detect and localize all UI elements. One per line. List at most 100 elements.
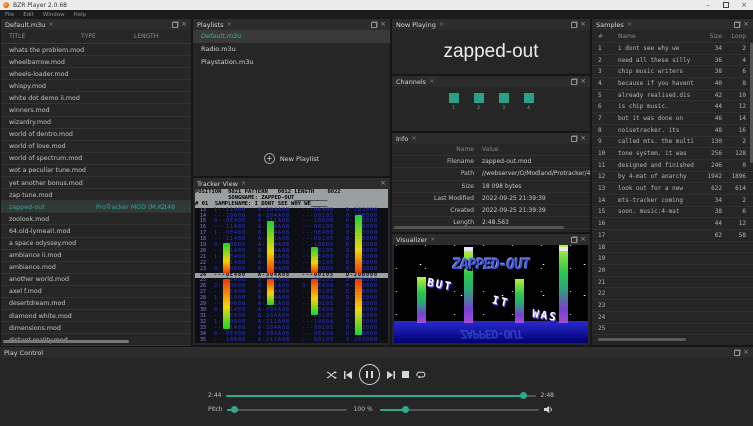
playlist-row[interactable]: whispy.mod: [1, 80, 191, 92]
playlist-row[interactable]: world of spectrum.mod: [1, 153, 191, 165]
sample-row[interactable]: 7but it was done on4614: [592, 113, 753, 125]
menu-item-window[interactable]: Window: [43, 12, 65, 18]
now-playing-panel-header[interactable]: Now Playing × ×: [392, 19, 590, 30]
playlist-row[interactable]: yet another bonus.mod: [1, 177, 191, 189]
playlist-row[interactable]: 64.old-lymeal!.mod: [1, 225, 191, 237]
menu-item-help[interactable]: Help: [74, 12, 87, 18]
playlist-panel-header[interactable]: Default.m3u × ×: [1, 19, 191, 30]
channel-indicator[interactable]: 4: [524, 93, 534, 111]
playlist-row[interactable]: white dot demo ii.mod: [1, 92, 191, 104]
close-icon[interactable]: ×: [580, 135, 586, 142]
pitch-slider[interactable]: [227, 409, 347, 411]
close-icon[interactable]: ×: [181, 21, 187, 28]
playlist-row[interactable]: world of love.mod: [1, 141, 191, 153]
column-loop[interactable]: Loop: [722, 33, 753, 40]
repeat-button[interactable]: [416, 371, 426, 379]
samples-panel-header[interactable]: Samples × ×: [592, 19, 753, 30]
close-icon[interactable]: ×: [380, 180, 386, 187]
playlist-row[interactable]: wheelbarrow.mod: [1, 56, 191, 68]
playlist-row[interactable]: zoolook.mod: [1, 213, 191, 225]
tracker-panel-header[interactable]: Tracker View × ×: [193, 178, 390, 189]
sample-row[interactable]: 12by 4-mat of anarchy19421896: [592, 172, 753, 184]
info-row[interactable]: Filenamezapped-out.mod: [392, 156, 590, 168]
float-icon[interactable]: [571, 237, 577, 243]
playlist-row[interactable]: whats the problem.mod: [1, 44, 191, 56]
playlist-horizontal-scrollbar[interactable]: [3, 340, 129, 343]
close-icon[interactable]: ×: [580, 78, 586, 85]
info-panel-header[interactable]: Info × ×: [392, 133, 590, 144]
sample-row[interactable]: 2need all these silly364: [592, 55, 753, 67]
samples-column-headers[interactable]: # Name Size Loop: [592, 30, 753, 43]
sample-row[interactable]: 25: [592, 324, 753, 336]
column-name[interactable]: Name: [618, 33, 694, 40]
float-icon[interactable]: [571, 79, 577, 85]
close-icon[interactable]: ×: [743, 21, 749, 28]
channel-indicator[interactable]: 1: [449, 93, 459, 111]
column-number[interactable]: #: [592, 33, 618, 40]
playlist-tab-close-icon[interactable]: ×: [48, 21, 53, 28]
column-title[interactable]: TITLE: [9, 33, 25, 40]
minimize-button[interactable]: –: [699, 0, 717, 10]
visualizer-panel-header[interactable]: Visualizer × ×: [392, 234, 590, 245]
shuffle-button[interactable]: [327, 371, 337, 379]
channel-indicator[interactable]: 3: [499, 93, 509, 111]
column-type[interactable]: TYPE: [81, 33, 96, 40]
menu-item-file[interactable]: File: [5, 12, 14, 18]
tracker-tab-close-icon[interactable]: ×: [241, 180, 246, 187]
playlist-row[interactable]: ambiance ii.mod: [1, 250, 191, 262]
playlist-row[interactable]: another world.mod: [1, 274, 191, 286]
sample-row[interactable]: 9called mts. the multi1302: [592, 137, 753, 149]
close-icon[interactable]: ×: [580, 21, 586, 28]
sample-row[interactable]: 21: [592, 277, 753, 289]
info-row[interactable]: Path//webserver/O/Modland/Protracker/4-M…: [392, 168, 590, 180]
playlist-row[interactable]: wheels-loader.mod: [1, 68, 191, 80]
column-size[interactable]: Size: [694, 33, 722, 40]
menu-item-edit[interactable]: Edit: [23, 12, 34, 18]
channels-tab-close-icon[interactable]: ×: [429, 78, 434, 85]
float-icon[interactable]: [734, 22, 740, 28]
maximize-button[interactable]: [717, 0, 735, 10]
close-icon[interactable]: ×: [380, 21, 386, 28]
previous-button[interactable]: [344, 371, 352, 379]
playlist-row[interactable]: zapped-outProTracker MOD (M.K.)2:48: [1, 201, 191, 213]
playlist-row[interactable]: winners.mod: [1, 104, 191, 116]
info-horizontal-scrollbar[interactable]: [394, 226, 564, 229]
playlist-row[interactable]: wizardry.mod: [1, 117, 191, 129]
channel-indicator[interactable]: 2: [474, 93, 484, 111]
info-row[interactable]: Size18 098 bytes: [392, 181, 590, 193]
sample-row[interactable]: 4because if you havent408: [592, 78, 753, 90]
playlist-row[interactable]: wot a peculiar tune.mod: [1, 165, 191, 177]
sample-row[interactable]: 20: [592, 265, 753, 277]
float-icon[interactable]: [571, 22, 577, 28]
samples-horizontal-scrollbar[interactable]: [598, 338, 686, 341]
playlist-row[interactable]: dimensions.mod: [1, 322, 191, 334]
playlist-row[interactable]: axel f.mod: [1, 286, 191, 298]
playlists-panel-header[interactable]: Playlists × ×: [193, 19, 390, 30]
sample-row[interactable]: 10tone system. it was256128: [592, 148, 753, 160]
sample-row[interactable]: 11designed and finished2460: [592, 160, 753, 172]
playlist-column-headers[interactable]: TITLE TYPE LENGTH: [1, 30, 191, 44]
sample-row[interactable]: 1i dont see why we342: [592, 43, 753, 55]
play-control-panel-header[interactable]: Play Control ×: [0, 347, 753, 358]
playlist-row[interactable]: desertdream.mod: [1, 298, 191, 310]
sample-row[interactable]: 6is chip music.4412: [592, 101, 753, 113]
sample-row[interactable]: 164412: [592, 218, 753, 230]
pitch-knob[interactable]: [231, 406, 238, 413]
playlists-item[interactable]: Default.m3u: [193, 30, 390, 43]
sample-row[interactable]: 15soon. music:4-mat386: [592, 207, 753, 219]
float-icon[interactable]: [371, 22, 377, 28]
playlists-item[interactable]: Radio.m3u: [193, 43, 390, 56]
sample-row[interactable]: 5already realised.dis4210: [592, 90, 753, 102]
seek-slider[interactable]: [226, 395, 535, 397]
next-button[interactable]: [387, 371, 395, 379]
now-playing-tab-close-icon[interactable]: ×: [439, 21, 444, 28]
new-playlist-button[interactable]: + New Playlist: [193, 153, 390, 164]
title-bar[interactable]: BZR Player 2.0.68 – ×: [0, 0, 753, 10]
sample-row[interactable]: 14mts-tracker coming342: [592, 195, 753, 207]
sample-row[interactable]: 23: [592, 300, 753, 312]
volume-button[interactable]: [544, 405, 554, 414]
playlist-row[interactable]: world of dentro.mod: [1, 129, 191, 141]
sample-row[interactable]: 8noisetracker. its4816: [592, 125, 753, 137]
playlist-row[interactable]: a space odyssey.mod: [1, 238, 191, 250]
info-row[interactable]: Created2022-09-25 21:39:39: [392, 205, 590, 217]
